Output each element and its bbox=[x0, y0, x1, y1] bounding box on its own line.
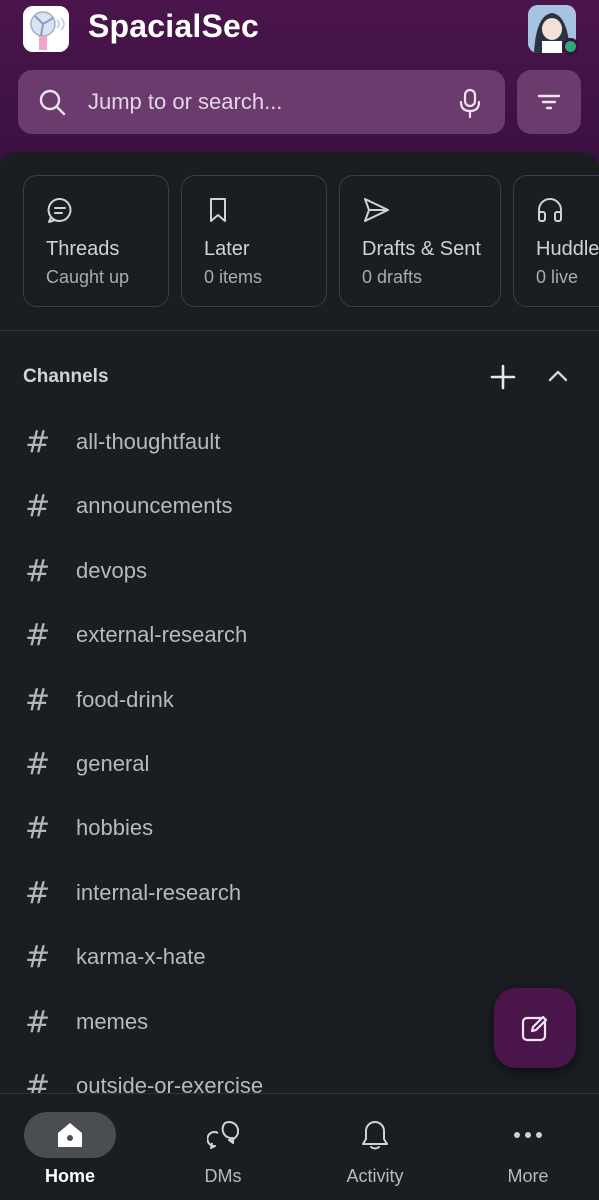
channel-name: general bbox=[76, 750, 150, 776]
card-title: Threads bbox=[46, 238, 120, 260]
channel-item[interactable]: # external-research bbox=[0, 602, 599, 666]
card-subtitle: Caught up bbox=[46, 267, 130, 287]
nav-label: More bbox=[507, 1166, 549, 1186]
channel-item[interactable]: # internal-research bbox=[0, 860, 599, 924]
channel-item[interactable]: # hobbies bbox=[0, 795, 599, 859]
compose-icon bbox=[521, 1015, 548, 1042]
card-title: Drafts & Sent bbox=[362, 238, 481, 260]
filter-button[interactable] bbox=[517, 70, 581, 134]
presence-indicator bbox=[562, 38, 579, 55]
channel-name: karma-x-hate bbox=[76, 944, 206, 970]
dms-icon bbox=[207, 1121, 239, 1149]
search-placeholder: Jump to or search... bbox=[88, 89, 283, 114]
channel-item[interactable]: # all-thoughtfault bbox=[0, 409, 599, 473]
microphone-icon[interactable] bbox=[458, 88, 482, 118]
nav-more[interactable]: More bbox=[468, 1094, 588, 1200]
huddles-card[interactable]: Huddles 0 live bbox=[513, 175, 599, 307]
nav-dms[interactable]: DMs bbox=[163, 1094, 283, 1200]
quick-cards-row[interactable]: Threads Caught up Later 0 items Drafts &… bbox=[23, 175, 599, 307]
bookmark-icon bbox=[210, 198, 226, 222]
headphones-icon bbox=[538, 198, 562, 222]
search-icon bbox=[39, 89, 66, 116]
hash-icon: # bbox=[25, 811, 51, 847]
later-card[interactable]: Later 0 items bbox=[181, 175, 327, 307]
nav-label: Home bbox=[44, 1166, 95, 1186]
hash-icon: # bbox=[25, 1004, 51, 1040]
card-subtitle: 0 live bbox=[536, 267, 579, 287]
nav-label: Activity bbox=[346, 1166, 404, 1186]
channel-name: devops bbox=[76, 557, 147, 583]
main-panel: Threads Caught up Later 0 items Drafts &… bbox=[0, 152, 599, 1093]
workspace-icon[interactable] bbox=[23, 6, 69, 52]
channel-name: external-research bbox=[76, 622, 248, 648]
hash-icon: # bbox=[25, 1068, 51, 1093]
top-bar: SpacialSec Jump to or search... bbox=[0, 0, 599, 160]
hash-icon: # bbox=[25, 682, 51, 718]
hash-icon: # bbox=[25, 940, 51, 976]
add-channel-icon[interactable] bbox=[488, 362, 518, 392]
channel-item[interactable]: # food-drink bbox=[0, 667, 599, 731]
card-subtitle: 0 items bbox=[204, 267, 263, 287]
filter-icon bbox=[537, 94, 561, 110]
channel-item[interactable]: # general bbox=[0, 731, 599, 795]
nav-label: DMs bbox=[204, 1166, 242, 1186]
send-icon bbox=[364, 198, 389, 222]
drafts-sent-card[interactable]: Drafts & Sent 0 drafts bbox=[339, 175, 501, 307]
channel-name: food-drink bbox=[76, 686, 174, 712]
channel-name: all-thoughtfault bbox=[76, 429, 221, 454]
channel-name: memes bbox=[76, 1008, 149, 1034]
bell-icon bbox=[362, 1121, 388, 1150]
hash-icon: # bbox=[25, 489, 51, 525]
compose-button[interactable] bbox=[494, 988, 576, 1068]
divider bbox=[0, 330, 599, 331]
channel-item[interactable]: # announcements bbox=[0, 473, 599, 537]
channels-header[interactable]: Channels bbox=[23, 366, 109, 388]
channel-name: hobbies bbox=[76, 815, 154, 841]
card-subtitle: 0 drafts bbox=[362, 267, 423, 287]
card-title: Later bbox=[204, 238, 250, 260]
channel-item[interactable]: # devops bbox=[0, 538, 599, 602]
search-bar[interactable]: Jump to or search... bbox=[18, 70, 505, 134]
hash-icon: # bbox=[25, 425, 51, 460]
threads-icon bbox=[47, 197, 72, 223]
workspace-name[interactable]: SpacialSec bbox=[88, 8, 259, 45]
channel-name: announcements bbox=[76, 493, 233, 519]
chevron-up-icon[interactable] bbox=[546, 364, 570, 388]
hash-icon: # bbox=[25, 746, 51, 782]
nav-activity[interactable]: Activity bbox=[315, 1094, 435, 1200]
home-icon bbox=[58, 1123, 82, 1147]
nav-home[interactable]: Home bbox=[10, 1094, 130, 1200]
hash-icon: # bbox=[25, 618, 51, 654]
channel-item[interactable]: # karma-x-hate bbox=[0, 924, 599, 988]
bottom-navigation: Home DMs Activity More bbox=[0, 1093, 599, 1200]
hash-icon: # bbox=[25, 553, 51, 589]
channel-name: outside-or-exercise bbox=[76, 1072, 264, 1093]
card-title: Huddles bbox=[536, 238, 599, 260]
channel-name: internal-research bbox=[76, 879, 242, 905]
threads-card[interactable]: Threads Caught up bbox=[23, 175, 169, 307]
hash-icon: # bbox=[25, 875, 51, 911]
more-icon bbox=[514, 1132, 542, 1138]
